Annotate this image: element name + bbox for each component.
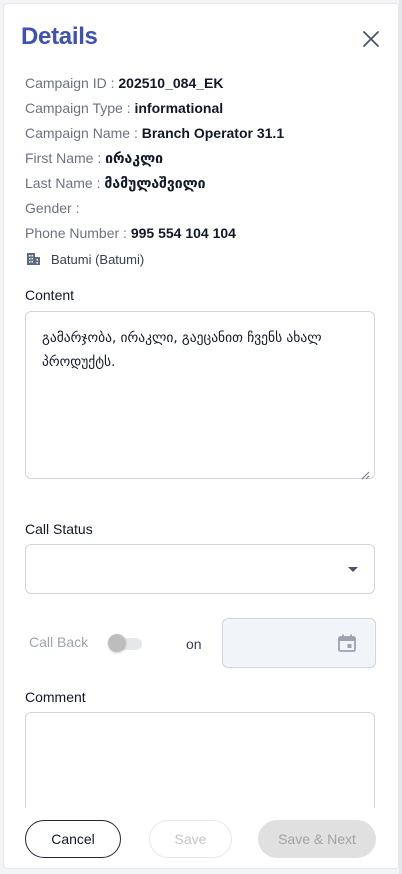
first-name-value: ირაკლი [105,151,163,167]
campaign-type-row: Campaign Type : informational [25,99,223,117]
resize-grip-icon[interactable] [360,464,370,480]
branch-text: Batumi (Batumi) [51,252,145,267]
call-status-select[interactable] [25,544,375,594]
phone-value: 995 554 104 104 [130,225,236,241]
comment-label: Comment [25,689,86,705]
phone-label: Phone Number : [25,225,127,241]
building-icon [25,250,41,269]
campaign-name-value: Branch Operator 31.1 [141,125,285,141]
page-title: Details [21,23,98,50]
campaign-type-value: informational [134,100,224,116]
content-label: Content [25,287,75,303]
last-name-value: მამულაშვილი [104,176,206,192]
campaign-id-value: 202510_084_EK [118,75,224,91]
comment-textarea[interactable] [25,712,375,822]
save-and-next-button[interactable]: Save & Next [258,820,376,858]
chevron-down-icon [348,567,358,572]
call-status-label: Call Status [25,521,93,537]
first-name-row: First Name : ირაკლი [25,149,163,168]
call-back-label: Call Back [29,634,89,650]
cancel-button[interactable]: Cancel [25,820,121,858]
call-back-date-input[interactable] [222,618,376,668]
call-back-toggle[interactable] [108,634,144,652]
calendar-icon[interactable] [337,633,357,653]
first-name-label: First Name : [25,150,102,166]
footer-actions: Cancel Save Save & Next [4,808,398,868]
campaign-name-row: Campaign Name : Branch Operator 31.1 [25,124,284,142]
campaign-name-label: Campaign Name : [25,125,138,141]
last-name-label: Last Name : [25,175,101,191]
campaign-type-label: Campaign Type : [25,100,131,116]
details-panel: Details Campaign ID : 202510_084_EK Camp… [3,3,399,869]
gender-row: Gender : [25,199,79,217]
gender-label: Gender : [25,200,80,216]
toggle-knob [108,634,126,652]
campaign-id-label: Campaign ID : [25,75,115,91]
phone-row: Phone Number : 995 554 104 104 [25,224,236,242]
save-button[interactable]: Save [149,820,232,858]
content-text: გამარჯობა, ირაკლი, გაეცანით ჩვენს ახალ პ… [42,330,322,370]
on-label: on [186,636,202,652]
last-name-row: Last Name : მამულაშვილი [25,174,206,193]
campaign-id-row: Campaign ID : 202510_084_EK [25,74,223,92]
close-icon[interactable] [360,28,382,50]
branch-info: Batumi (Batumi) [25,250,144,269]
content-textarea[interactable]: გამარჯობა, ირაკლი, გაეცანით ჩვენს ახალ პ… [25,311,375,480]
